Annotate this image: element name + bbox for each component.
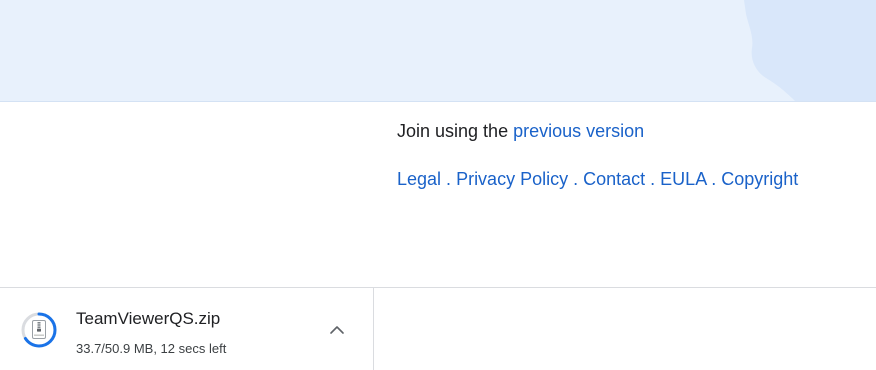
previous-version-link[interactable]: previous version — [513, 121, 644, 141]
download-item[interactable]: TeamViewerQS.zip 33.7/50.9 MB, 12 secs l… — [0, 288, 374, 370]
download-shelf: TeamViewerQS.zip 33.7/50.9 MB, 12 secs l… — [0, 287, 876, 370]
join-prefix-text: Join using the — [397, 121, 514, 141]
link-separator: . — [568, 169, 584, 189]
copyright-link[interactable]: Copyright — [721, 169, 798, 189]
join-previous-version-line: Join using the previous version — [397, 121, 644, 142]
chevron-up-icon[interactable] — [326, 321, 348, 339]
download-file-name: TeamViewerQS.zip — [76, 309, 221, 328]
contact-link[interactable]: Contact — [583, 169, 645, 189]
download-status: 33.7/50.9 MB, 12 secs left — [76, 341, 227, 356]
top-banner — [0, 0, 876, 102]
link-separator: . — [441, 169, 457, 189]
privacy-policy-link[interactable]: Privacy Policy — [456, 169, 568, 189]
footer-links: Legal . Privacy Policy . Contact . EULA … — [397, 169, 876, 190]
legal-link[interactable]: Legal — [397, 169, 441, 189]
zip-file-progress-icon — [21, 312, 57, 348]
link-separator: . — [706, 169, 722, 189]
eula-link[interactable]: EULA — [660, 169, 706, 189]
link-separator: . — [645, 169, 661, 189]
banner-decoration — [744, 0, 876, 101]
page: Join using the previous version Legal . … — [0, 0, 876, 370]
